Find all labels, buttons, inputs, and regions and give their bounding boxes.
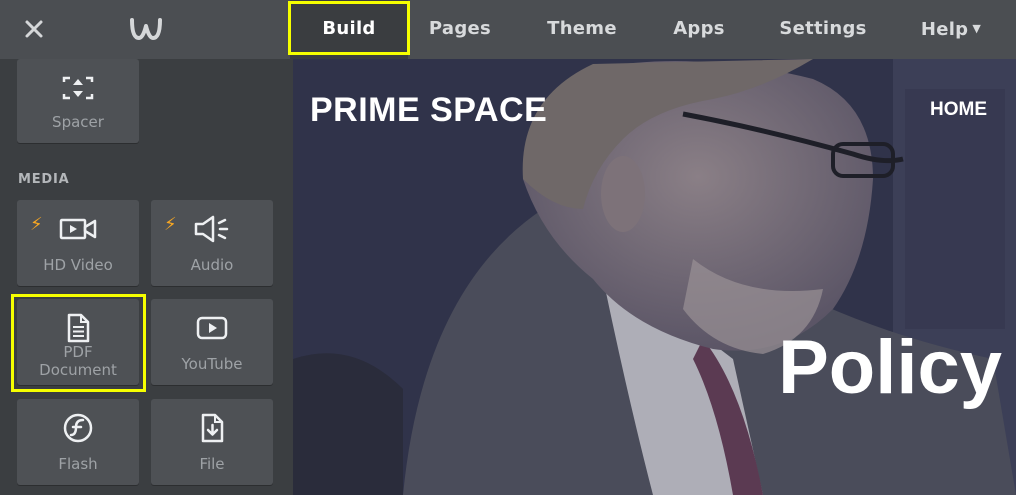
pdf-document-element[interactable]: PDF Document	[17, 299, 139, 385]
tab-apps[interactable]: Apps	[660, 0, 738, 59]
hd-video-element[interactable]: ⚡ HD Video	[17, 200, 139, 286]
tab-theme[interactable]: Theme	[536, 0, 628, 59]
site-nav-home[interactable]: HOME	[930, 99, 987, 121]
hero-headline[interactable]: Policy	[778, 324, 1002, 411]
element-sidebar: Spacer MEDIA ⚡ HD Video ⚡ Audio PDF Docu…	[0, 59, 293, 495]
audio-label: Audio	[190, 256, 234, 274]
top-toolbar: Build Pages Theme Apps Settings Help ▼	[0, 0, 1016, 59]
tab-apps-label: Apps	[673, 18, 725, 39]
file-element[interactable]: File	[151, 399, 273, 485]
pdf-label-line2: Document	[39, 361, 117, 379]
tab-build-label: Build	[322, 18, 376, 39]
site-preview[interactable]: PRIME SPACE HOME Policy	[293, 59, 1016, 495]
tab-theme-label: Theme	[547, 18, 617, 39]
document-icon	[17, 313, 139, 343]
tab-pages-label: Pages	[428, 18, 492, 39]
tab-help[interactable]: Help ▼	[910, 0, 992, 59]
speaker-icon	[151, 214, 273, 244]
youtube-element[interactable]: YouTube	[151, 299, 273, 385]
weebly-logo-icon[interactable]	[128, 12, 164, 48]
media-section-heading: MEDIA	[18, 172, 70, 187]
flash-element[interactable]: Flash	[17, 399, 139, 485]
spacer-label: Spacer	[52, 113, 104, 131]
flash-label: Flash	[58, 455, 98, 473]
pdf-label-line1: PDF	[63, 343, 93, 361]
caret-down-icon: ▼	[972, 22, 982, 35]
hd-video-label: HD Video	[43, 256, 113, 274]
spacer-element[interactable]: Spacer	[17, 59, 139, 143]
tab-help-label: Help	[920, 19, 969, 40]
site-title[interactable]: PRIME SPACE	[310, 91, 547, 130]
tab-settings-label: Settings	[779, 18, 867, 39]
youtube-label: YouTube	[181, 355, 243, 373]
close-icon[interactable]	[18, 13, 50, 45]
file-download-icon	[151, 413, 273, 443]
youtube-icon	[151, 313, 273, 343]
tab-pages[interactable]: Pages	[418, 0, 502, 59]
video-camera-icon	[17, 214, 139, 244]
flash-icon	[17, 413, 139, 443]
spacer-icon	[17, 73, 139, 103]
tab-settings[interactable]: Settings	[770, 0, 876, 59]
audio-element[interactable]: ⚡ Audio	[151, 200, 273, 286]
pdf-document-label: PDF Document	[17, 343, 139, 379]
tab-build[interactable]: Build	[290, 0, 408, 59]
file-label: File	[199, 455, 225, 473]
